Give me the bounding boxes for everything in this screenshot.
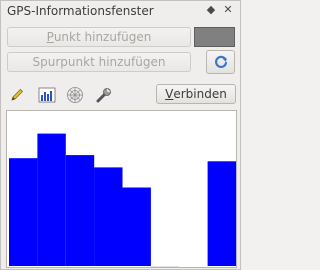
polar-plot-icon bbox=[67, 87, 83, 103]
gps-information-panel: GPS-Informationsfenster ◆ ✕ Punkt hinzuf… bbox=[0, 0, 241, 270]
tab-signal[interactable] bbox=[36, 84, 58, 106]
pencil-icon bbox=[11, 88, 24, 101]
tab-position[interactable] bbox=[6, 84, 28, 106]
bar-chart-icon bbox=[38, 87, 56, 103]
add-track-point-button[interactable]: Spurpunkt hinzufügen bbox=[7, 52, 191, 72]
connect-button[interactable]: Verbinden bbox=[156, 84, 236, 104]
signal-strength-chart bbox=[6, 110, 237, 268]
color-swatch bbox=[194, 27, 235, 47]
signal-bar-3 bbox=[65, 155, 95, 266]
wrench-icon bbox=[96, 88, 111, 103]
signal-bar-4 bbox=[94, 167, 123, 266]
close-icon[interactable]: ✕ bbox=[221, 3, 235, 17]
refresh-button[interactable] bbox=[206, 50, 235, 74]
tab-options[interactable] bbox=[93, 84, 115, 106]
add-point-button[interactable]: Punkt hinzufügen bbox=[7, 27, 191, 47]
signal-bar-2 bbox=[37, 133, 66, 266]
diamond-icon[interactable]: ◆ bbox=[204, 3, 218, 17]
signal-bars bbox=[9, 133, 236, 267]
tab-sky[interactable] bbox=[64, 84, 86, 106]
signal-bar-6 bbox=[150, 266, 180, 267]
panel-titlebar: GPS-Informationsfenster ◆ ✕ bbox=[1, 1, 240, 21]
signal-bar-7 bbox=[207, 161, 236, 266]
signal-bar-1 bbox=[9, 158, 38, 266]
panel-title: GPS-Informationsfenster bbox=[7, 4, 154, 18]
signal-bar-5 bbox=[122, 187, 151, 266]
refresh-icon bbox=[214, 55, 227, 68]
